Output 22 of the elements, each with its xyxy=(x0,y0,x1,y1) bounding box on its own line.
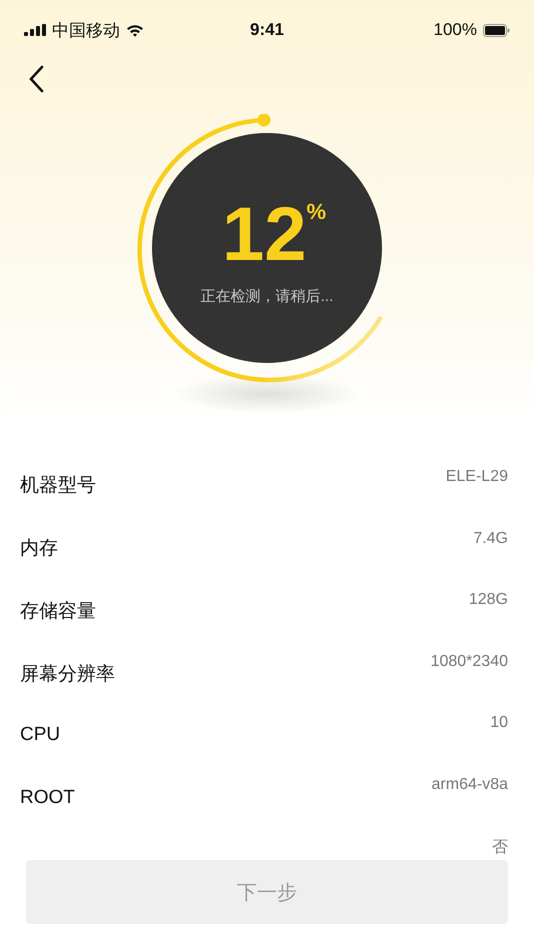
percent-sign: % xyxy=(306,198,326,224)
spec-value: 否 xyxy=(492,838,508,858)
spec-label: 屏幕分辨率 xyxy=(20,663,115,687)
battery-percent: 100% xyxy=(434,20,477,40)
spec-value: 128G xyxy=(468,590,508,609)
spec-value: ELE-L29 xyxy=(446,467,508,486)
battery-icon xyxy=(483,24,510,36)
progress-percent: 12 xyxy=(222,196,306,272)
spec-value: 7.4G xyxy=(473,528,508,548)
spec-label: 内存 xyxy=(20,537,58,561)
spec-label: ROOT xyxy=(20,786,75,809)
carrier-name: 中国移动 xyxy=(52,20,120,42)
wifi-icon xyxy=(126,24,144,36)
spec-label: 存储容量 xyxy=(20,600,96,624)
spec-value: 1080*2340 xyxy=(430,652,508,670)
spec-value: 10 xyxy=(490,713,508,732)
spec-label: CPU xyxy=(20,723,60,746)
clock: 9:41 xyxy=(250,20,284,40)
signal-icon xyxy=(24,24,46,36)
spec-label: 机器型号 xyxy=(20,474,96,498)
status-message: 正在检测，请稍后... xyxy=(200,286,334,306)
spec-value: arm64-v8a xyxy=(432,774,508,794)
